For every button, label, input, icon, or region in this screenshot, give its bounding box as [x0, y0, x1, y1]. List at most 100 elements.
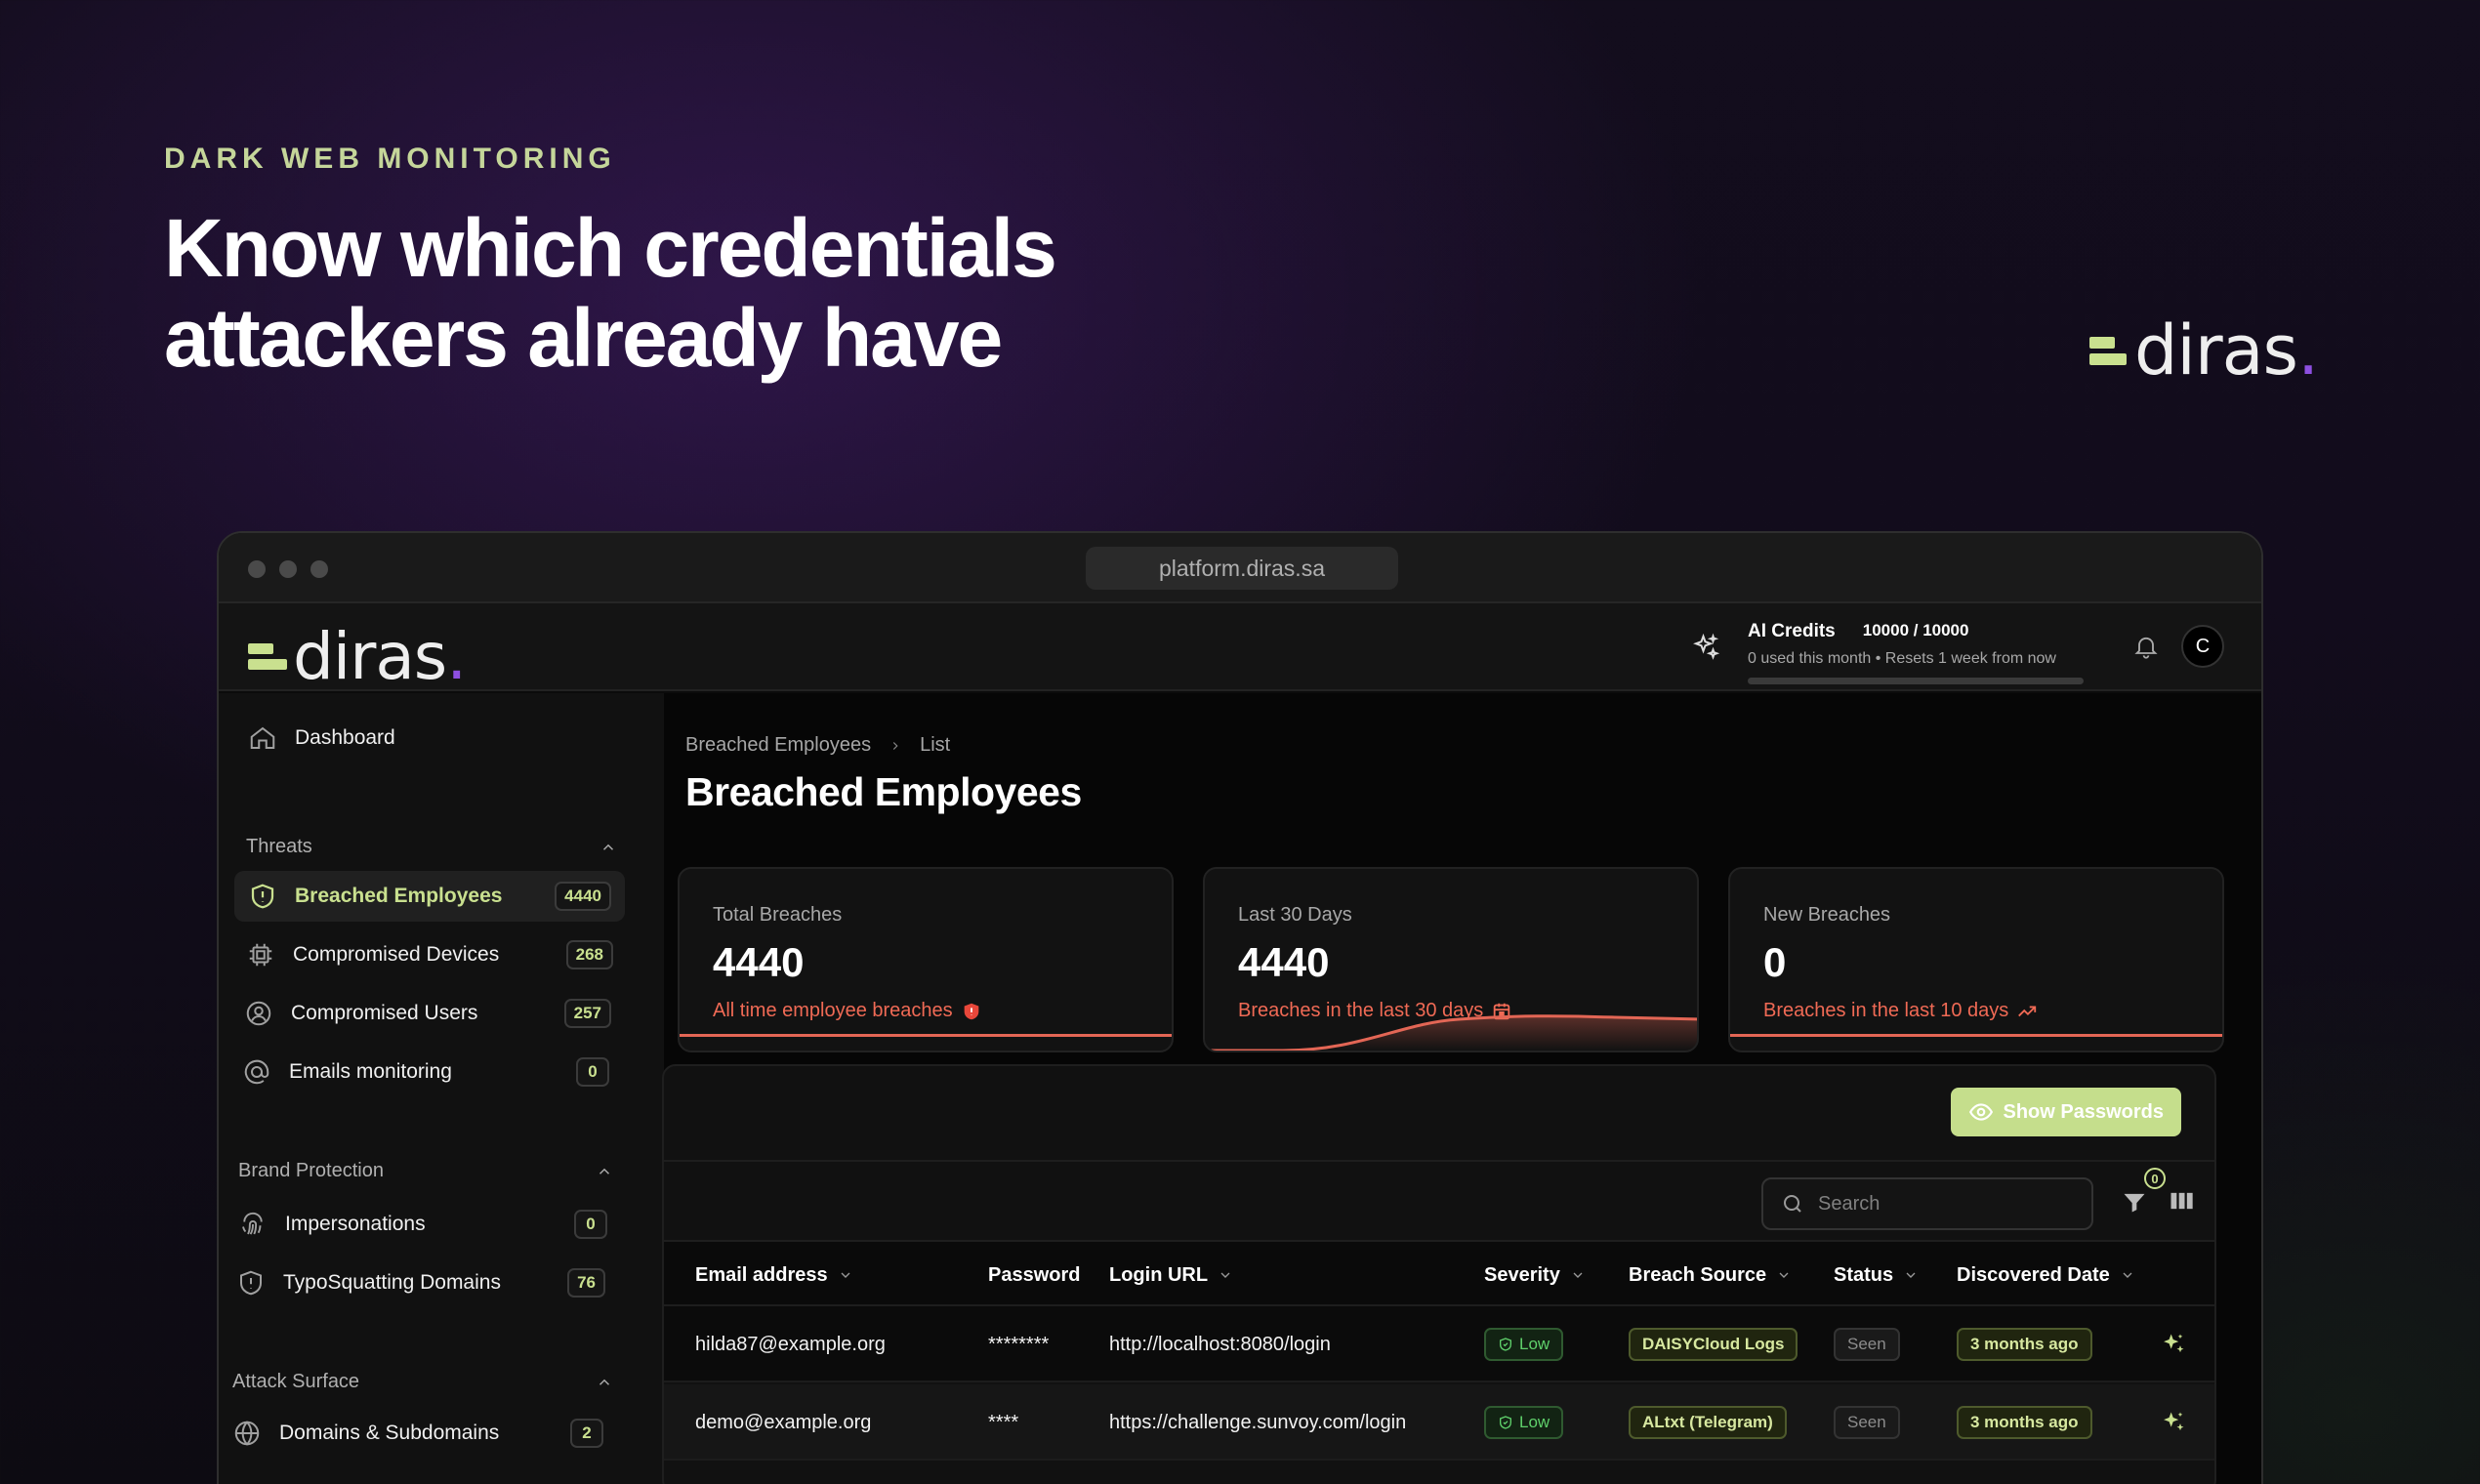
avatar[interactable]: C: [2181, 625, 2224, 668]
search-input[interactable]: [1818, 1192, 2072, 1216]
column-header-breach-source[interactable]: Breach Source: [1629, 1242, 1792, 1308]
stat-subtitle: All time employee breaches: [713, 1000, 953, 1021]
ai-credits-note: 0 used this month • Resets 1 week from n…: [1748, 650, 2056, 667]
chevron-down-icon: [1906, 1272, 1916, 1278]
fingerprint-icon: [238, 1210, 268, 1239]
hero-brand-dot: .: [2297, 310, 2319, 391]
table-row[interactable]: hilda87@example.org ******** http://loca…: [664, 1306, 2214, 1382]
breadcrumb-item-list: List: [920, 734, 951, 756]
stat-baseline: [1730, 1034, 2222, 1037]
ai-credits-progress-bar: [1748, 678, 2084, 684]
severity-badge: Low: [1484, 1328, 1564, 1361]
column-header-login-url[interactable]: Login URL: [1109, 1242, 1233, 1308]
sidebar-item-dashboard[interactable]: Dashboard: [248, 713, 619, 763]
column-header-label: Discovered Date: [1957, 1263, 2110, 1286]
sidebar-item-label: Domains & Subdomains: [279, 1422, 500, 1444]
sidebar-item-label: TypoSquatting Domains: [283, 1271, 501, 1294]
cell-breach-source: DAISYCloud Logs: [1629, 1306, 1798, 1382]
sidebar-item-label: Emails monitoring: [289, 1060, 452, 1083]
shield-alert-icon: [964, 1003, 979, 1019]
ai-sparkle-icon[interactable]: [2160, 1331, 2187, 1358]
sidebar: Dashboard Threats Breached Employees 444…: [219, 693, 664, 1484]
ai-credits-label: AI Credits: [1748, 621, 1836, 641]
count-badge: 4440: [555, 882, 611, 911]
minimize-window-dot[interactable]: [279, 560, 297, 578]
ai-sparkle-icon[interactable]: [1691, 633, 1720, 662]
show-passwords-label: Show Passwords: [2003, 1100, 2165, 1123]
table-row[interactable]: demo@example.org **** https://challenge.…: [664, 1384, 2214, 1461]
section-attack-surface[interactable]: Attack Surface: [232, 1371, 613, 1393]
column-header-discovered-date[interactable]: Discovered Date: [1957, 1242, 2135, 1308]
column-header-email[interactable]: Email address: [695, 1242, 853, 1308]
column-header-label: Severity: [1484, 1263, 1560, 1286]
hero-eyebrow: DARK WEB MONITORING: [164, 143, 616, 175]
sidebar-item-compromised-users[interactable]: Compromised Users 257: [244, 988, 611, 1039]
columns-icon[interactable]: [2168, 1187, 2195, 1215]
bell-icon[interactable]: [2132, 633, 2160, 662]
sidebar-item-label: Compromised Devices: [293, 943, 500, 966]
section-title: Brand Protection: [238, 1160, 384, 1181]
sidebar-item-label: Dashboard: [295, 726, 395, 749]
trend-up-icon: [2018, 1006, 2037, 1016]
shield-alert-icon: [236, 1268, 266, 1298]
column-header-label: Email address: [695, 1263, 828, 1286]
sidebar-item-typosquatting-domains[interactable]: TypoSquatting Domains 76: [236, 1257, 605, 1308]
cell-status: Seen: [1834, 1306, 1900, 1382]
count-badge: 2: [570, 1419, 603, 1448]
sidebar-item-compromised-devices[interactable]: Compromised Devices 268: [246, 929, 613, 980]
chevron-down-icon: [841, 1272, 850, 1278]
hero-headline-line-1: Know which credentials: [164, 202, 1057, 294]
sidebar-item-impersonations[interactable]: Impersonations 0: [238, 1199, 607, 1250]
column-header-label: Login URL: [1109, 1263, 1209, 1286]
status-badge: Seen: [1834, 1328, 1900, 1361]
logo-mark-icon: [2089, 336, 2127, 365]
stat-label: Last 30 Days: [1238, 904, 1352, 926]
stat-value: 4440: [713, 939, 805, 985]
sidebar-item-label: Compromised Users: [291, 1002, 478, 1024]
app-header: diras. AI Credits 10000 / 10000 0 used t…: [219, 603, 2261, 694]
cell-login-url[interactable]: https://challenge.sunvoy.com/login: [1109, 1384, 1406, 1461]
cell-severity: Low: [1484, 1306, 1564, 1382]
maximize-window-dot[interactable]: [310, 560, 328, 578]
search-box[interactable]: [1761, 1177, 2093, 1230]
home-icon: [248, 723, 277, 753]
browser-titlebar: platform.diras.sa: [219, 533, 2261, 603]
cell-discovered-date: 3 months ago: [1957, 1306, 2092, 1382]
close-window-dot[interactable]: [248, 560, 266, 578]
filter-icon[interactable]: [2121, 1187, 2148, 1216]
section-threats[interactable]: Threats: [246, 836, 617, 858]
column-header-password: Password: [988, 1242, 1080, 1308]
cell-severity: Low: [1484, 1384, 1564, 1461]
cell-login-url[interactable]: http://localhost:8080/login: [1109, 1306, 1331, 1382]
breadcrumb-item-breached-employees[interactable]: Breached Employees: [685, 734, 871, 757]
shield-check-icon: [1500, 1338, 1511, 1351]
page-title: Breached Employees: [685, 769, 1082, 814]
column-header-status[interactable]: Status: [1834, 1242, 1919, 1308]
section-brand-protection[interactable]: Brand Protection: [238, 1160, 613, 1182]
stat-subtitle: Breaches in the last 10 days: [1763, 1000, 2009, 1021]
show-passwords-button[interactable]: Show Passwords: [1950, 1088, 2181, 1136]
chevron-down-icon: [1573, 1272, 1583, 1278]
address-bar[interactable]: platform.diras.sa: [1086, 547, 1398, 590]
stat-value: 0: [1763, 939, 1787, 985]
app-logo[interactable]: diras.: [248, 619, 467, 694]
severity-badge: Low: [1484, 1406, 1564, 1439]
shield-check-icon: [1500, 1416, 1511, 1429]
cell-status: Seen: [1834, 1384, 1900, 1461]
ai-credits-value: 10000 / 10000: [1862, 621, 1969, 639]
column-header-severity[interactable]: Severity: [1484, 1242, 1586, 1308]
section-title: Threats: [246, 836, 312, 857]
sidebar-item-emails-monitoring[interactable]: Emails monitoring 0: [242, 1047, 609, 1097]
severity-label: Low: [1519, 1335, 1550, 1353]
search-icon: [1784, 1195, 1801, 1213]
hero-brand-name: diras: [2134, 310, 2298, 391]
cell-email: demo@example.org: [695, 1411, 872, 1433]
filter-count-badge: 0: [2144, 1168, 2166, 1189]
sidebar-item-domains-subdomains[interactable]: Domains & Subdomains 2: [232, 1408, 603, 1459]
chevron-right-icon: [892, 741, 898, 750]
ai-sparkle-icon[interactable]: [2160, 1409, 2187, 1436]
sidebar-item-breached-employees[interactable]: Breached Employees 4440: [234, 871, 625, 922]
stat-sparkline: [1205, 1014, 1697, 1051]
chip-icon: [246, 940, 275, 969]
stat-baseline: [680, 1034, 1172, 1037]
